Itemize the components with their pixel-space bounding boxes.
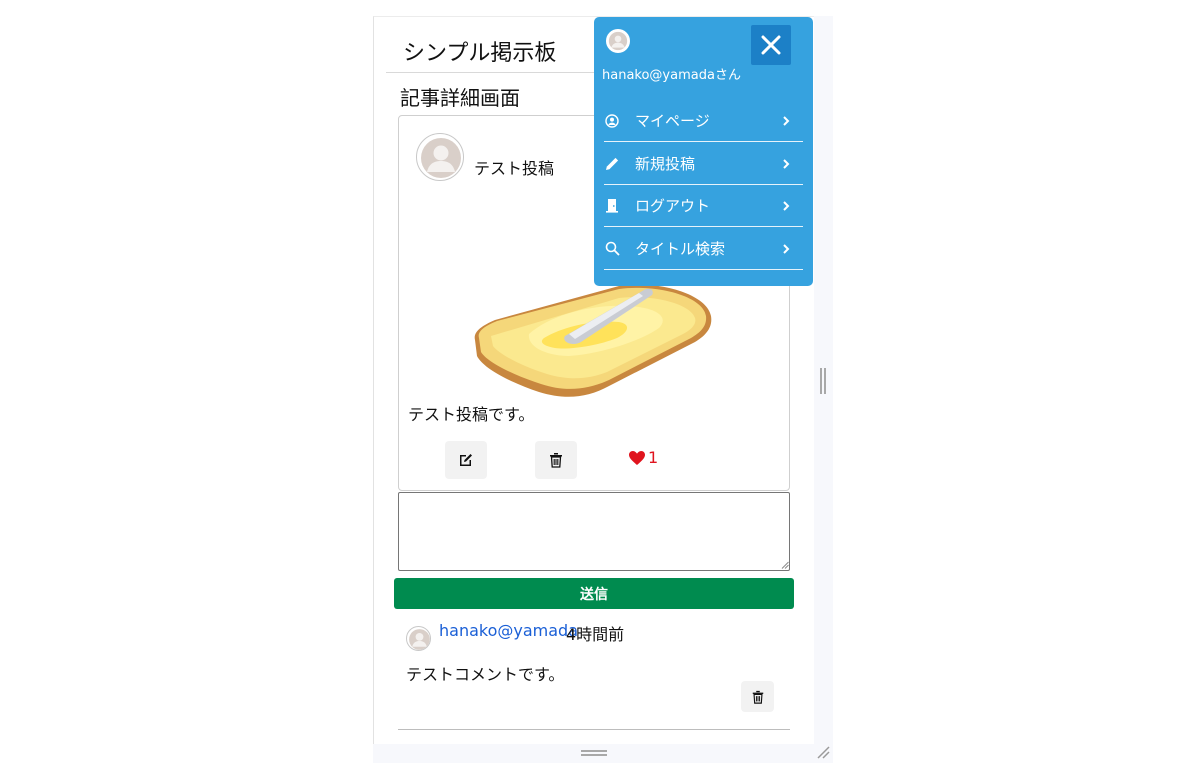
viewport-corner-resize-handle[interactable] bbox=[816, 745, 830, 759]
menu-item-title-search[interactable]: タイトル検索 bbox=[604, 228, 803, 270]
delete-post-button[interactable] bbox=[535, 441, 577, 479]
edit-post-button[interactable] bbox=[445, 441, 487, 479]
menu-item-label: 新規投稿 bbox=[635, 155, 696, 173]
viewport-width-resize-handle[interactable] bbox=[820, 368, 826, 394]
edit-icon bbox=[460, 454, 472, 466]
drawer-user-avatar[interactable] bbox=[606, 29, 630, 53]
like-button[interactable]: 1 bbox=[628, 448, 658, 467]
comment-author-avatar[interactable] bbox=[406, 626, 431, 651]
trash-icon bbox=[550, 453, 562, 468]
menu-item-new-post[interactable]: 新規投稿 bbox=[604, 143, 803, 185]
comment-input[interactable] bbox=[398, 492, 790, 571]
like-count: 1 bbox=[648, 448, 659, 467]
drawer-user-label: hanako@yamadaさん bbox=[602, 68, 741, 83]
comment-timestamp: 4時間前 bbox=[566, 625, 625, 644]
default-user-icon bbox=[608, 31, 628, 51]
default-user-icon bbox=[421, 138, 461, 178]
post-body: テスト投稿です。 bbox=[408, 405, 535, 424]
comment-divider bbox=[398, 729, 790, 730]
chevron-right-icon bbox=[783, 200, 790, 211]
textarea-resize-grip[interactable] bbox=[781, 561, 789, 569]
submit-comment-button[interactable]: 送信 bbox=[394, 578, 794, 609]
door-icon bbox=[604, 198, 620, 214]
heart-icon bbox=[629, 450, 645, 465]
nav-drawer: hanako@yamadaさん マイページ 新規投稿 ログアウト タイトル検索 bbox=[594, 17, 813, 286]
comment-author-link[interactable]: hanako@yamada bbox=[439, 621, 578, 640]
chevron-right-icon bbox=[783, 243, 790, 254]
menu-item-label: タイトル検索 bbox=[635, 240, 726, 258]
search-icon bbox=[604, 241, 620, 257]
page-heading: 記事詳細画面 bbox=[400, 86, 520, 110]
user-circle-icon bbox=[604, 113, 620, 129]
post-title: テスト投稿 bbox=[474, 159, 555, 178]
comment-body: テストコメントです。 bbox=[406, 665, 565, 684]
menu-item-label: マイページ bbox=[635, 112, 710, 130]
chevron-right-icon bbox=[783, 158, 790, 169]
post-author-avatar[interactable] bbox=[416, 133, 464, 181]
menu-item-logout[interactable]: ログアウト bbox=[604, 185, 803, 227]
chevron-right-icon bbox=[783, 115, 790, 126]
butter-toast-image bbox=[474, 284, 712, 397]
delete-comment-button[interactable] bbox=[741, 681, 774, 712]
menu-item-label: ログアウト bbox=[635, 197, 711, 215]
pencil-icon bbox=[604, 156, 620, 172]
default-user-icon bbox=[409, 629, 430, 650]
menu-item-mypage[interactable]: マイページ bbox=[604, 100, 803, 142]
close-drawer-button[interactable] bbox=[751, 25, 791, 65]
app-title[interactable]: シンプル掲示板 bbox=[403, 35, 556, 67]
viewport-height-resize-handle[interactable] bbox=[581, 750, 607, 756]
trash-icon bbox=[752, 690, 763, 704]
close-icon bbox=[761, 35, 781, 55]
